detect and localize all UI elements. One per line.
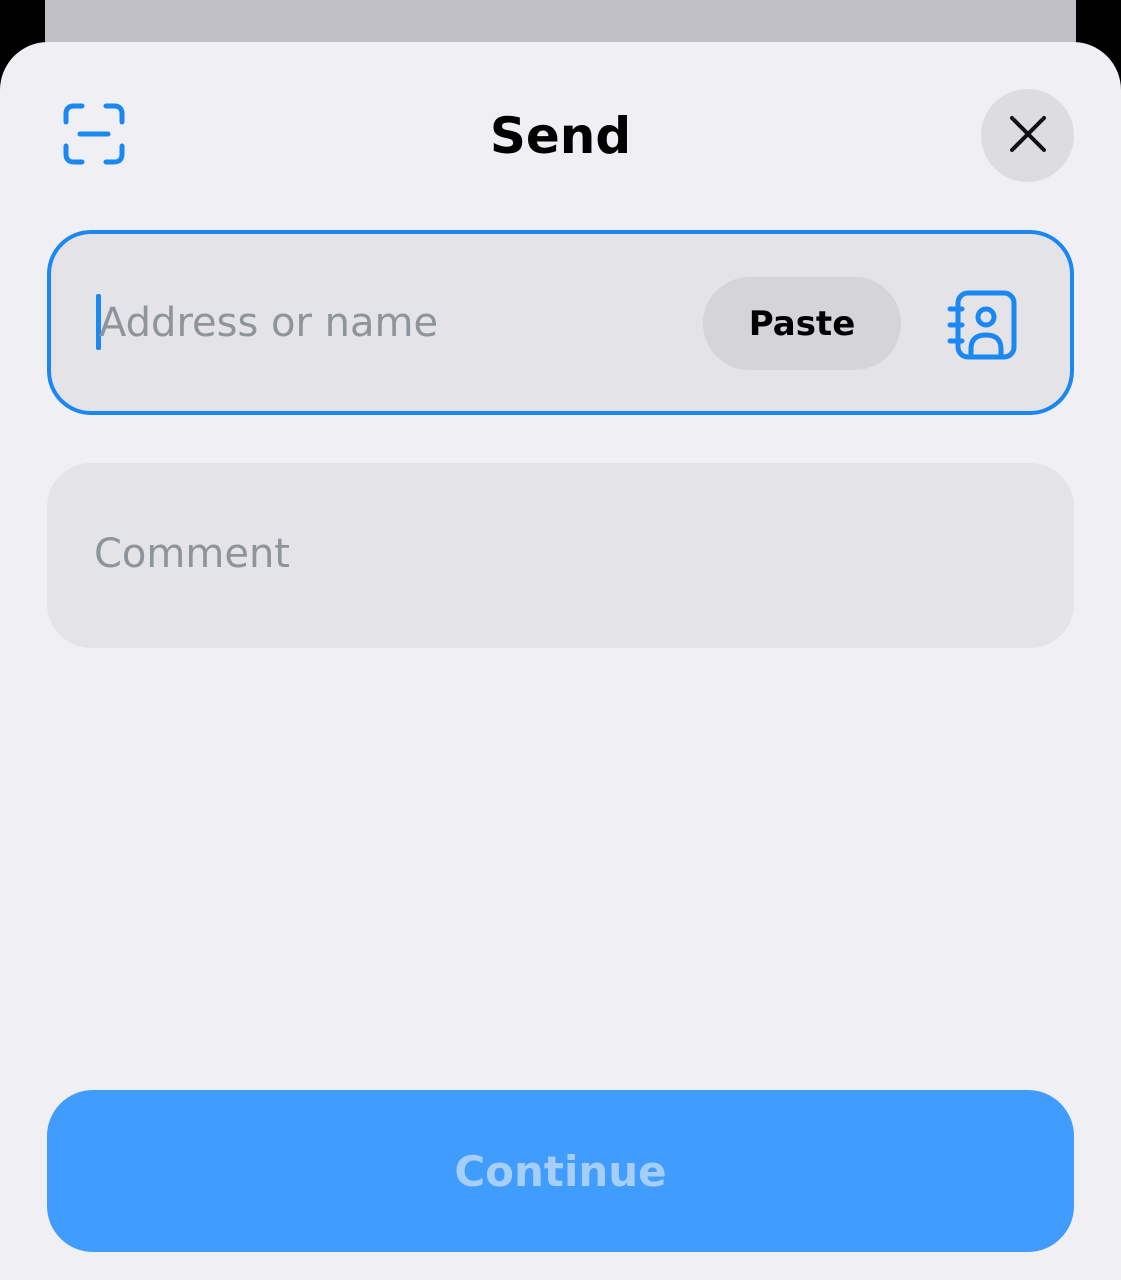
address-input[interactable] <box>99 290 689 356</box>
address-field[interactable]: Paste <box>47 230 1074 415</box>
qr-scan-icon <box>60 100 128 172</box>
paste-button[interactable]: Paste <box>703 277 901 370</box>
address-book-icon <box>944 287 1020 367</box>
contacts-button[interactable] <box>939 284 1025 370</box>
close-button[interactable] <box>981 89 1074 182</box>
scan-qr-button[interactable] <box>58 100 130 172</box>
continue-button[interactable]: Continue <box>47 1090 1074 1252</box>
close-icon <box>1008 114 1048 157</box>
comment-input[interactable] <box>94 521 994 587</box>
comment-field[interactable] <box>47 463 1074 648</box>
